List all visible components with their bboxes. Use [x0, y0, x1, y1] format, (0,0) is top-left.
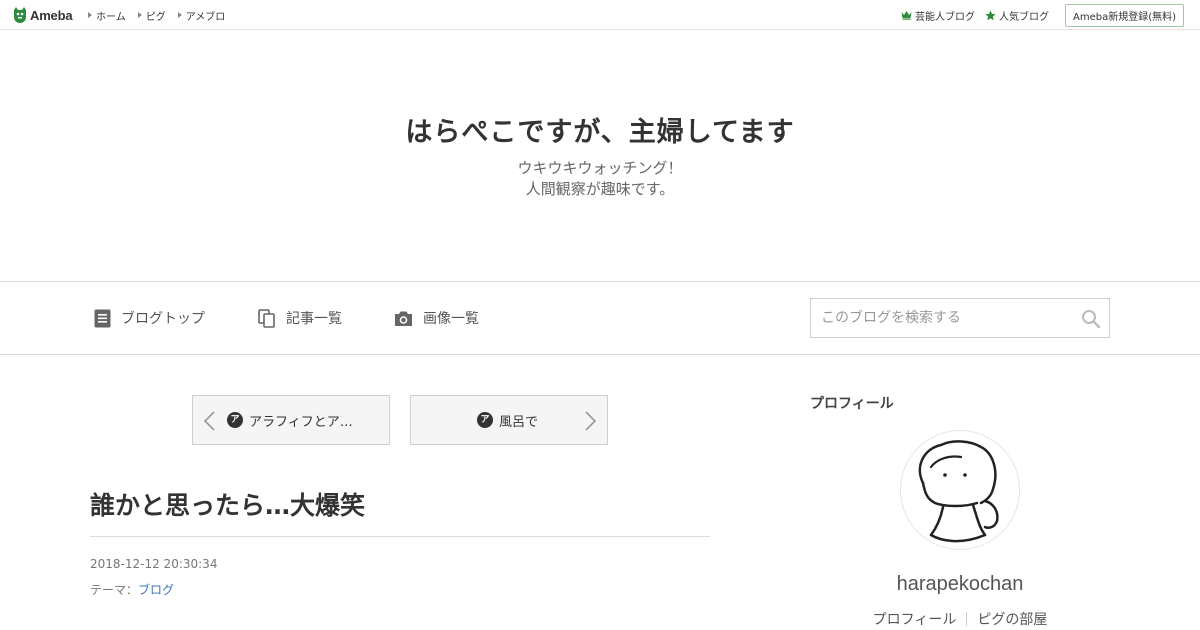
avatar[interactable] [900, 430, 1020, 550]
sidebar-profile-heading: プロフィール [810, 396, 894, 412]
entry-title-divider [90, 536, 710, 537]
global-nav-pig[interactable]: ピグ [137, 8, 166, 23]
blog-title[interactable]: はらぺこですが、主婦してます [0, 110, 1200, 149]
pig-room-link[interactable]: ピグの部屋 [967, 609, 1057, 629]
profile-links: プロフィール ピグの部屋 [810, 609, 1110, 629]
caret-right-icon [88, 12, 92, 18]
nav-blog-top-label: ブログトップ [121, 311, 205, 327]
entry-theme-label: テーマ： [90, 583, 139, 597]
entry-title[interactable]: 誰かと思ったら…大爆笑 [90, 486, 365, 522]
prev-entry-content: ア アラフィフとア… [227, 411, 353, 430]
next-entry-button[interactable]: ア 風呂で [410, 395, 608, 445]
register-button[interactable]: Ameba新規登録(無料) [1064, 3, 1184, 27]
global-header: Ameba ホーム ピグ アメブロ 芸能人ブログ 人気ブログ Ameba新規登録… [0, 0, 1200, 30]
entry-theme-link[interactable]: ブログ [138, 583, 174, 597]
blog-description: ウキウキウォッチング！ 人間観察が趣味です。 [0, 158, 1200, 200]
ameba-mascot-icon [14, 7, 26, 23]
global-nav-home-label: ホーム [96, 11, 126, 23]
popular-blog-label: 人気ブログ [998, 11, 1049, 23]
global-right-links: 芸能人ブログ 人気ブログ Ameba新規登録(無料) [901, 0, 1190, 30]
nav-image-list-label: 画像一覧 [423, 311, 479, 327]
profile-username[interactable]: harapekochan [810, 573, 1110, 596]
crown-icon [901, 11, 912, 20]
next-entry-title: 風呂で [499, 414, 539, 430]
celebrity-blog-label: 芸能人ブログ [914, 11, 975, 23]
popular-blog-link[interactable]: 人気ブログ [985, 8, 1049, 23]
global-nav-pig-label: ピグ [145, 11, 166, 23]
search-input[interactable] [811, 299, 1071, 337]
camera-icon [395, 311, 412, 326]
entry-theme: テーマ：ブログ [90, 581, 174, 598]
global-nav: ホーム ピグ アメブロ [88, 0, 237, 30]
logo-text: Ameba [30, 7, 73, 23]
chevron-left-icon [203, 411, 215, 431]
chevron-right-icon [585, 411, 597, 431]
blog-search [810, 298, 1110, 338]
entry-date: 2018-12-12 20:30:34 [90, 557, 218, 571]
caret-right-icon [177, 12, 182, 18]
prev-entry-title: アラフィフとア… [249, 414, 353, 430]
search-icon[interactable] [1081, 309, 1101, 329]
caret-right-icon [137, 12, 142, 18]
next-entry-content: ア 風呂で [477, 411, 538, 430]
nav-blog-top[interactable]: ブログトップ [94, 308, 205, 328]
amember-badge-icon: ア [227, 412, 243, 428]
profile-link[interactable]: プロフィール [863, 609, 967, 629]
global-nav-amebro-label: アメブロ [185, 11, 226, 23]
blog-description-line1: ウキウキウォッチング！ [517, 159, 683, 177]
star-icon [985, 9, 996, 20]
copy-pages-icon [258, 308, 275, 328]
nav-entry-list-label: 記事一覧 [286, 311, 342, 327]
prev-entry-button[interactable]: ア アラフィフとア… [192, 395, 390, 445]
blog-description-line2: 人間観察が趣味です。 [525, 180, 675, 198]
celebrity-blog-link[interactable]: 芸能人ブログ [901, 8, 975, 23]
ameba-logo[interactable]: Ameba [12, 6, 73, 24]
document-icon [94, 309, 111, 327]
amember-badge-icon: ア [477, 412, 493, 428]
global-nav-home[interactable]: ホーム [88, 8, 126, 23]
blog-header: はらぺこですが、主婦してます ウキウキウォッチング！ 人間観察が趣味です。 [0, 30, 1200, 282]
nav-entry-list[interactable]: 記事一覧 [258, 308, 342, 328]
avatar-drawing [918, 440, 999, 543]
blog-nav: ブログトップ 記事一覧 画像一覧 [0, 282, 1200, 355]
nav-image-list[interactable]: 画像一覧 [394, 308, 479, 328]
global-nav-amebro[interactable]: アメブロ [177, 8, 226, 23]
